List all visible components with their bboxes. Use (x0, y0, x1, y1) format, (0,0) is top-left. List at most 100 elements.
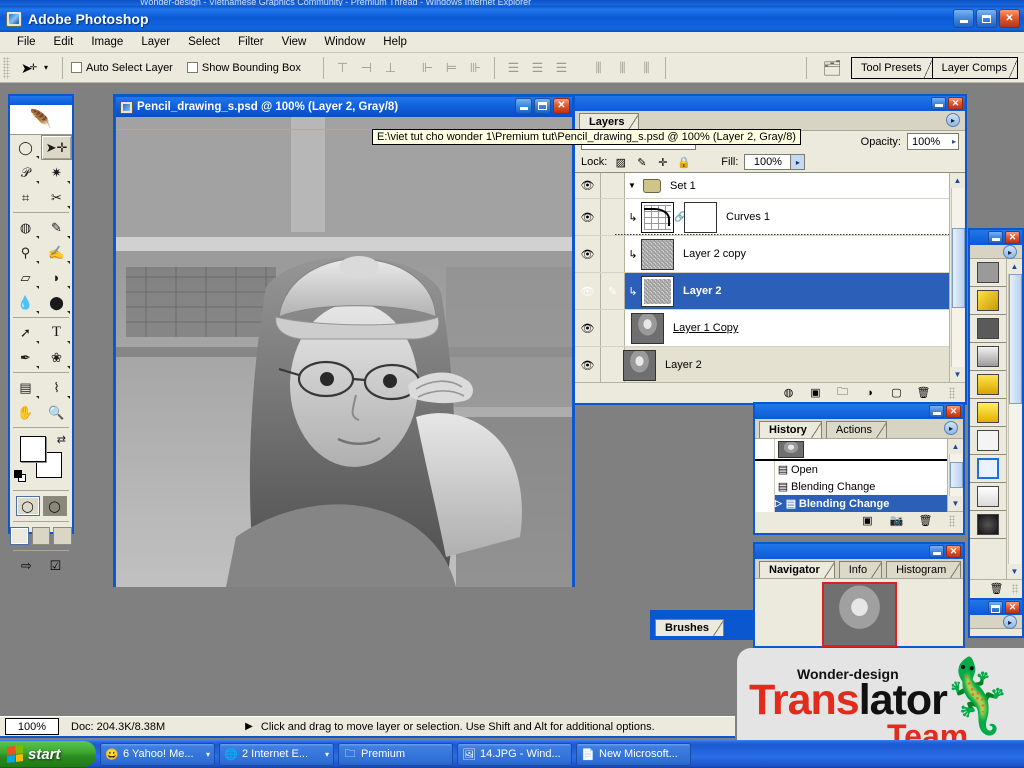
layer-mask-thumbnail-curves-1[interactable] (684, 201, 717, 233)
layer-row-set-1[interactable]: 👁 ▼ Set 1 (575, 173, 949, 199)
history-brush-tool[interactable]: ✍ (41, 240, 72, 265)
navigator-palette-titlebar[interactable]: ✕ (755, 544, 963, 559)
menu-window[interactable]: Window (315, 34, 374, 50)
tab-navigator[interactable]: Navigator (759, 561, 835, 578)
link-toggle-curves-1[interactable] (601, 199, 625, 235)
app-titlebar[interactable]: Adobe Photoshop ✕ (0, 6, 1024, 32)
layer-row-layer-1-copy[interactable]: 👁 Layer 1 Copy (575, 310, 949, 347)
style-swatch-7[interactable] (970, 427, 1006, 455)
layer-comps-tab[interactable]: Layer Comps (933, 57, 1019, 78)
tool-presets-tab[interactable]: Tool Presets (852, 57, 933, 78)
tab-info[interactable]: Info (838, 561, 883, 578)
rectangular-marquee-tool[interactable]: ◯ (10, 135, 41, 160)
history-source-cell-blending-1[interactable] (755, 478, 775, 495)
paint-bucket-tool[interactable]: ◗ (41, 265, 72, 290)
navigator-proxy-thumbnail[interactable] (821, 581, 897, 647)
layer-thumbnail-layer-2-copy[interactable] (641, 238, 674, 270)
navigator-palette-close-button[interactable]: ✕ (946, 545, 961, 558)
distribute-left-edges-icon[interactable]: ⫼ (588, 58, 609, 78)
style-swatch-8[interactable] (970, 455, 1006, 483)
menu-view[interactable]: View (273, 34, 316, 50)
visibility-toggle-set-1[interactable]: 👁 (575, 173, 601, 198)
menu-image[interactable]: Image (82, 34, 132, 50)
mask-link-icon[interactable]: 🔗 (674, 212, 686, 223)
add-layer-mask-icon[interactable]: ▣ (808, 385, 823, 400)
app-minimize-button[interactable] (953, 9, 974, 28)
link-toggle-set-1[interactable] (601, 173, 625, 198)
styles-scroll-up-icon[interactable]: ▲ (1008, 259, 1022, 274)
menu-help[interactable]: Help (374, 34, 416, 50)
show-bounding-box-checkbox[interactable]: Show Bounding Box (186, 62, 301, 74)
layers-scroll-down-icon[interactable]: ▼ (951, 367, 965, 382)
styles-scroll-track[interactable] (1008, 274, 1022, 564)
layer-row-layer-2-selected[interactable]: 👁 ✎ ↳ Layer 2 (575, 273, 949, 310)
visibility-toggle-curves-1[interactable]: 👁 (575, 199, 601, 235)
swap-colors-icon[interactable]: ⇄ (57, 433, 66, 446)
full-screen-mode-icon[interactable] (53, 527, 73, 545)
link-toggle-layer-2-copy[interactable] (601, 236, 625, 272)
distribute-top-edges-icon[interactable]: ☰ (503, 58, 524, 78)
layers-scroll-up-icon[interactable]: ▲ (951, 173, 965, 188)
history-row-blending-change-1[interactable]: ▤ Blending Change (755, 478, 947, 495)
layers-palette-menu-icon[interactable]: ▸ (946, 113, 960, 127)
history-snapshot-row[interactable] (755, 439, 947, 461)
status-menu-arrow-icon[interactable]: ▶ (245, 721, 253, 732)
hand-tool[interactable]: ✋ (10, 400, 41, 425)
distribute-right-edges-icon[interactable]: ⫼ (636, 58, 657, 78)
document-titlebar[interactable]: Pencil_drawing_s.psd @ 100% (Layer 2, Gr… (116, 97, 572, 117)
app-close-button[interactable]: ✕ (999, 9, 1020, 28)
link-toggle-layer-1-copy[interactable] (601, 310, 625, 346)
move-tool-icon[interactable]: ➤ ✛ (14, 56, 44, 80)
taskbar-item-internet-explorer[interactable]: 🌐 2 Internet E... ▾ (219, 742, 334, 766)
auto-select-layer-checkbox[interactable]: Auto Select Layer (71, 62, 173, 74)
style-swatch-5[interactable] (970, 371, 1006, 399)
edit-in-imageready-icon[interactable]: ☑ (43, 556, 68, 576)
default-colors-icon[interactable] (14, 470, 27, 483)
tab-history[interactable]: History (759, 421, 822, 438)
notes-tool[interactable]: ▤ (10, 375, 41, 400)
tool-preset-caret-icon[interactable]: ▾ (44, 63, 48, 72)
dodge-tool[interactable]: ⬤ (41, 290, 72, 315)
layers-palette-minimize-button[interactable] (931, 97, 946, 110)
document-restore-button[interactable] (534, 98, 551, 114)
style-swatch-3[interactable] (970, 315, 1006, 343)
layers-scrollbar[interactable]: ▲ ▼ (949, 173, 965, 382)
history-scrollbar[interactable]: ▲ ▼ (947, 439, 963, 511)
type-tool[interactable]: T (41, 320, 72, 345)
styles-palette-minimize-button[interactable] (988, 231, 1003, 244)
distribute-vertical-centers-icon[interactable]: ☰ (527, 58, 548, 78)
visibility-toggle-layer-2-bottom[interactable]: 👁 (575, 347, 601, 382)
menu-edit[interactable]: Edit (45, 34, 83, 50)
path-selection-tool[interactable]: ➚ (10, 320, 41, 345)
full-screen-with-menubar-icon[interactable] (31, 527, 51, 545)
palette-well-icon[interactable]: 🗂 (819, 56, 845, 80)
magic-wand-tool[interactable]: ✷ (41, 160, 72, 185)
history-scroll-up-icon[interactable]: ▲ (949, 439, 963, 454)
eraser-tool[interactable]: ▱ (10, 265, 41, 290)
new-snapshot-icon[interactable]: 📷 (889, 513, 904, 528)
fill-value[interactable]: 100% (744, 154, 792, 170)
opacity-input[interactable]: 100% ▸ (907, 133, 959, 150)
distribute-horizontal-centers-icon[interactable]: ⫼ (612, 58, 633, 78)
start-button[interactable]: start (0, 741, 96, 767)
custom-shape-tool[interactable]: ❀ (41, 345, 72, 370)
history-source-cell-blending-2[interactable] (755, 495, 775, 512)
active-brush-indicator-icon[interactable]: ✎ (601, 273, 625, 309)
document-close-button[interactable]: ✕ (553, 98, 570, 114)
pencil-tool[interactable]: ✎ (41, 215, 72, 240)
new-adjustment-layer-icon[interactable]: ◑ (862, 385, 877, 400)
taskbar-item-premium-folder[interactable]: 🗀 Premium (338, 742, 453, 766)
zoom-level-input[interactable]: 100% (5, 718, 59, 735)
new-group-icon[interactable]: 🗀 (835, 385, 850, 400)
jump-to-imageready-icon[interactable]: ⇨ (14, 556, 39, 576)
pen-tool[interactable]: ✒ (10, 345, 41, 370)
style-swatch-1[interactable] (970, 259, 1006, 287)
styles-palette-titlebar[interactable]: ✕ (970, 230, 1022, 245)
history-palette-menu-icon[interactable]: ▸ (944, 421, 958, 435)
align-left-edges-icon[interactable]: ⊩ (417, 58, 438, 78)
layer-thumbnail-curves-1[interactable] (641, 201, 674, 233)
layers-resize-grip[interactable] (949, 386, 955, 399)
standard-mode-icon[interactable]: ◯ (15, 496, 40, 516)
lock-image-pixels-icon[interactable]: ✎ (634, 155, 649, 170)
styles-palette-close-button[interactable]: ✕ (1005, 231, 1020, 244)
